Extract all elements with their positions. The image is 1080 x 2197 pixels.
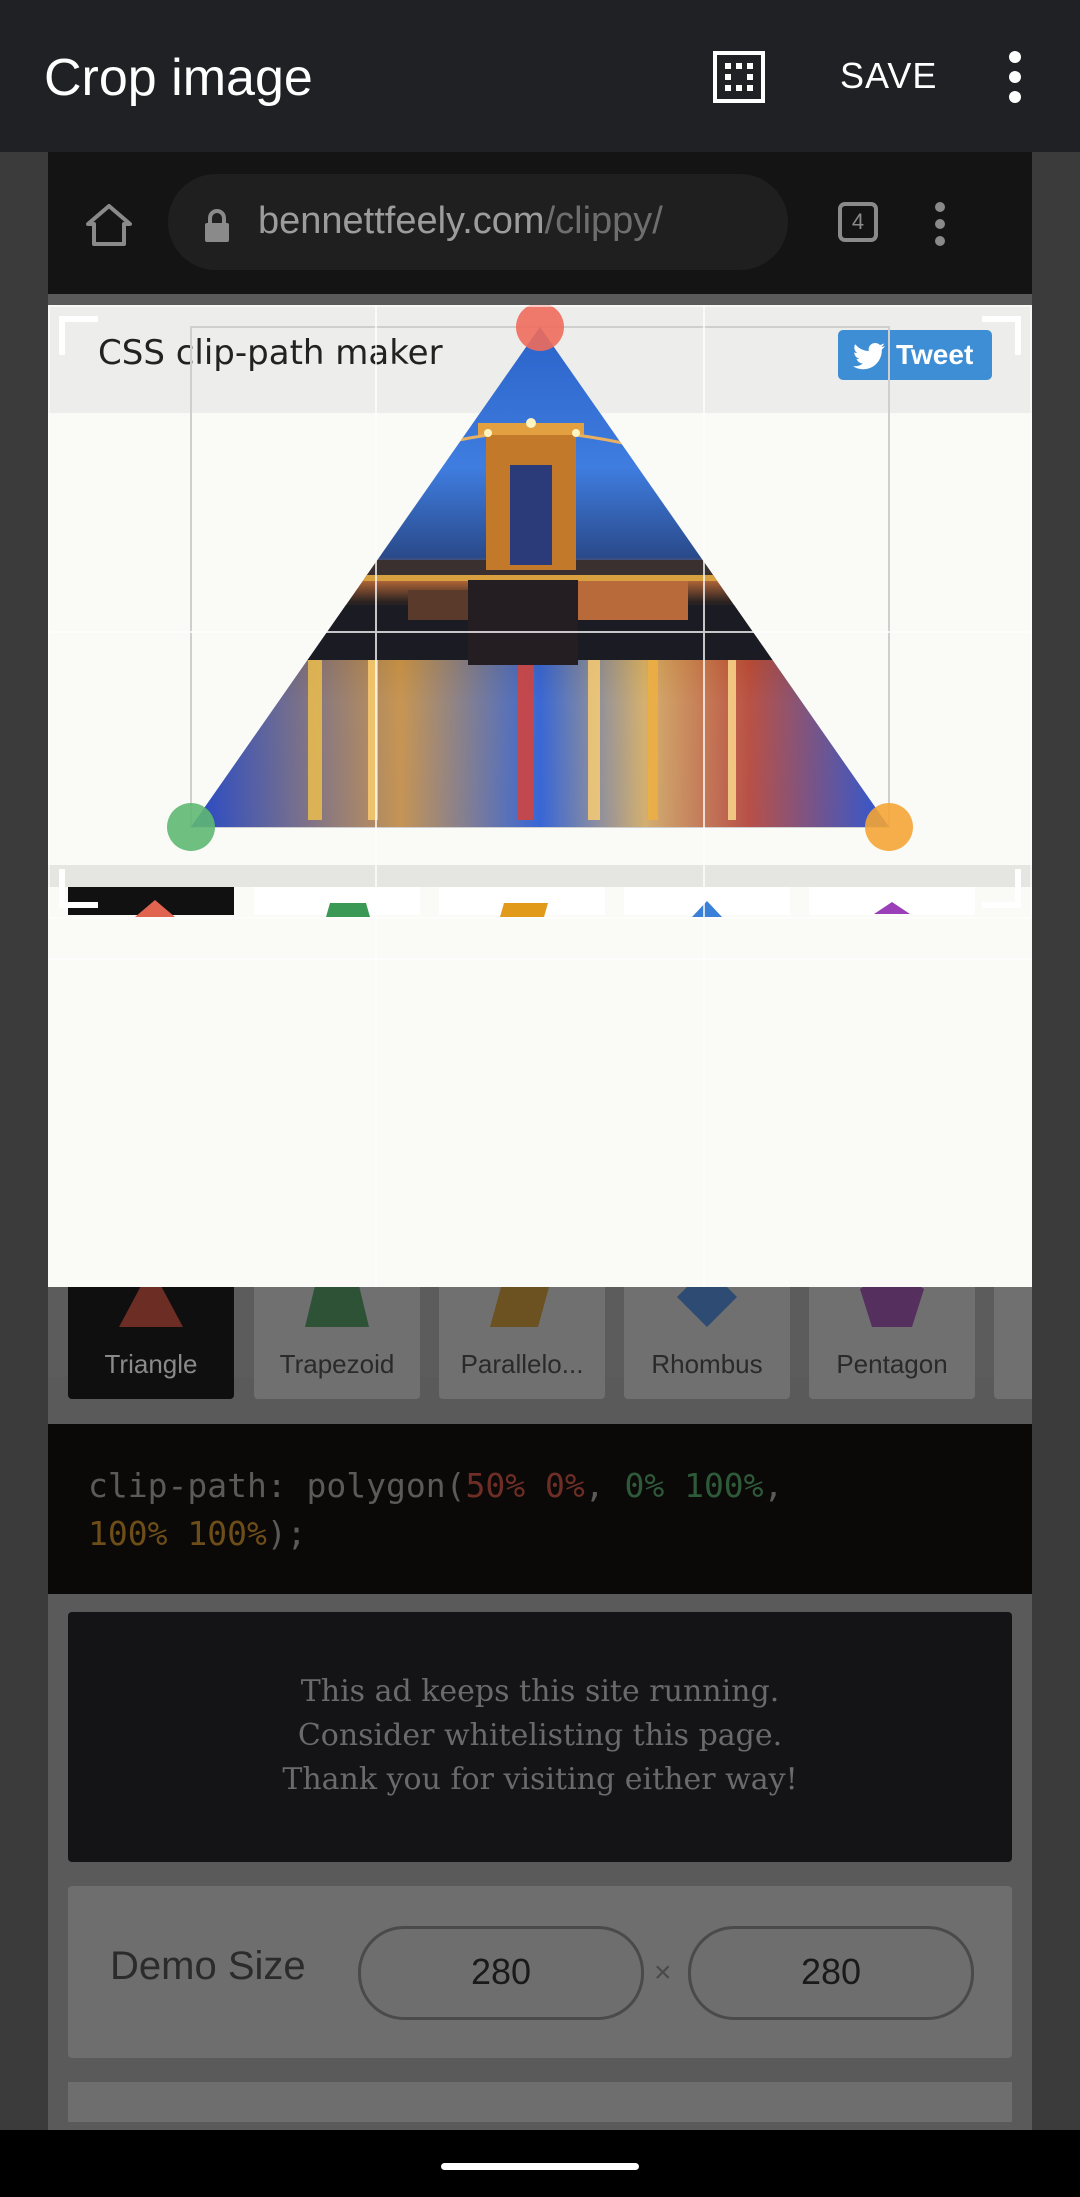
page-title: Crop image xyxy=(44,49,313,107)
ad-line-2: Consider whitelisting this page. xyxy=(297,1718,783,1753)
demo-height-field: 280 xyxy=(688,1926,974,2020)
shape-label: Rhombus xyxy=(651,1349,763,1379)
demo-width-field: 280 xyxy=(358,1926,644,2020)
code-point-2: 0% 100% xyxy=(624,1466,764,1505)
tab-count: 4 xyxy=(851,209,865,234)
tab-switcher-icon: 4 xyxy=(838,202,878,242)
code-prefix: clip-path: polygon( xyxy=(88,1466,466,1505)
shape-label: Triangle xyxy=(104,1349,198,1379)
code-point-3: 100% 100% xyxy=(88,1514,267,1553)
bridge-photo xyxy=(191,327,889,827)
more-vert-icon[interactable] xyxy=(1000,50,1030,104)
lock-icon xyxy=(205,209,229,242)
aspect-ratio-grid-icon[interactable] xyxy=(712,50,766,104)
handle-bottom-left xyxy=(167,803,215,851)
url-text: bennettfeely.com/clippy/ xyxy=(258,200,663,243)
app-bar: Crop image SAVE xyxy=(0,0,1080,152)
shape-label: Trapezoid xyxy=(279,1349,395,1379)
code-point-1: 50% 0% xyxy=(465,1466,585,1505)
browser-toolbar: bennettfeely.com/clippy/ 4 xyxy=(48,152,1032,294)
demo-size-row: Demo Size 280 × 280 xyxy=(68,1886,1012,2058)
code-line-2: 100% 100%); xyxy=(88,1514,307,1553)
demo-height-value: 280 xyxy=(800,1951,862,1992)
code-suffix: ); xyxy=(266,1514,307,1553)
next-card-partial xyxy=(68,2082,1012,2122)
demo-width-value: 280 xyxy=(470,1951,532,1992)
shape-label: Parallelo... xyxy=(460,1349,584,1379)
navigation-bar xyxy=(0,2130,1080,2197)
code-line-1: clip-path: polygon(50% 0%, 0% 100%, xyxy=(88,1466,783,1505)
home-icon xyxy=(86,204,132,246)
code-sep-1: , xyxy=(584,1466,625,1505)
times-sign: × xyxy=(654,1956,672,1989)
url-path: /clippy/ xyxy=(544,200,663,242)
ad-line-3: Thank you for visiting either way! xyxy=(282,1762,798,1797)
ad-box: This ad keeps this site running. Conside… xyxy=(68,1612,1012,1862)
handle-top xyxy=(516,305,564,351)
ad-section: This ad keeps this site running. Conside… xyxy=(48,1594,1032,1862)
save-button[interactable]: SAVE xyxy=(840,55,937,97)
home-gesture-pill[interactable] xyxy=(441,2163,639,2170)
shape-label: Pentagon xyxy=(836,1349,948,1379)
browser-more-icon xyxy=(935,202,945,246)
crop-margin-left xyxy=(0,152,48,2130)
ad-line-1: This ad keeps this site running. xyxy=(300,1674,780,1709)
handle-bottom-right xyxy=(865,803,913,851)
crop-margin-right xyxy=(1032,152,1080,2130)
demo-size-label: Demo Size xyxy=(110,1944,306,1988)
code-sep-2: , xyxy=(763,1466,784,1505)
url-host: bennettfeely.com xyxy=(258,200,545,242)
crop-window[interactable]: CSS clip-path maker Tweet xyxy=(48,305,1032,1287)
code-output: clip-path: polygon(50% 0%, 0% 100%, 100%… xyxy=(48,1424,1032,1594)
clip-path-editor xyxy=(48,305,1032,1287)
